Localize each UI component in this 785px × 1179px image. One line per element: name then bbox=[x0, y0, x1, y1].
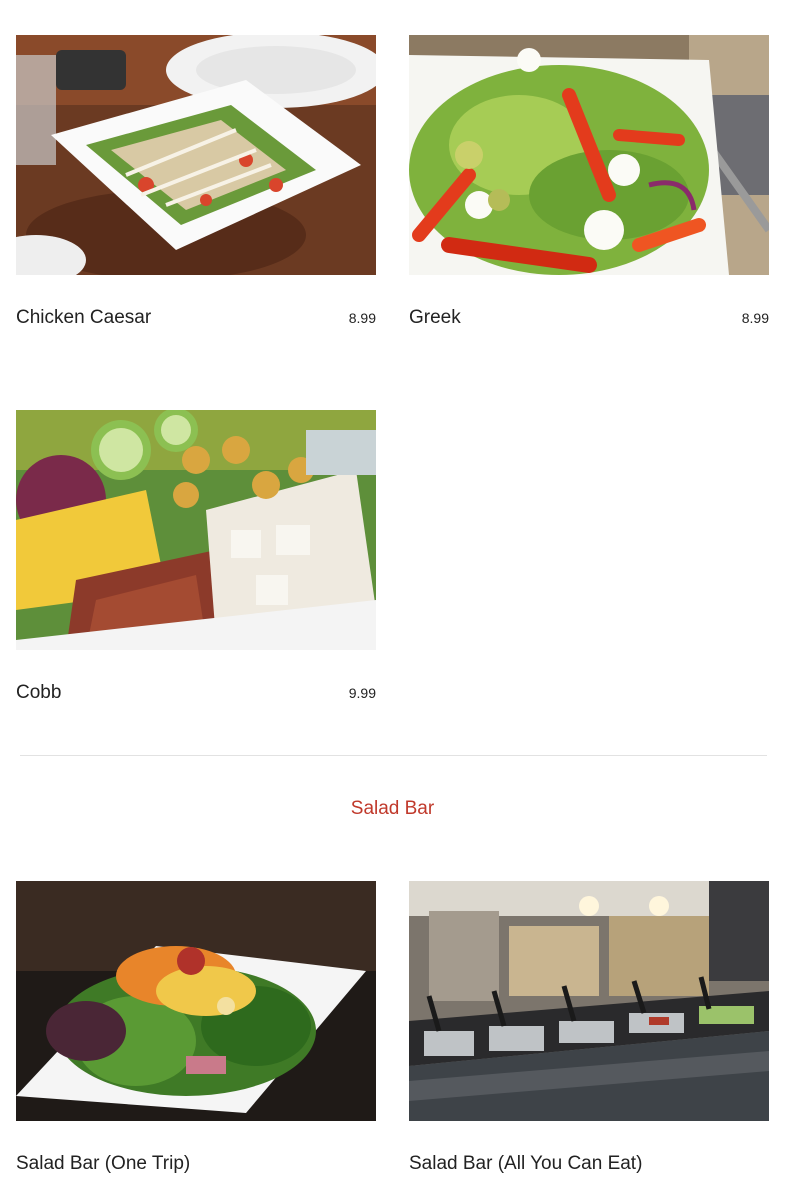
menu-item-greek[interactable]: Greek 8.99 bbox=[409, 35, 769, 328]
menu-item-name: Chicken Caesar bbox=[16, 307, 152, 328]
salad-plate-photo[interactable] bbox=[16, 881, 376, 1121]
menu-item-cobb[interactable]: Cobb 9.99 bbox=[16, 410, 376, 703]
menu-item-row: Chicken Caesar 8.99 bbox=[16, 303, 376, 333]
cobb-salad-photo[interactable] bbox=[16, 410, 376, 650]
section-divider bbox=[20, 755, 767, 756]
menu-item-price: 8.99 bbox=[741, 310, 769, 326]
menu-item-salad-bar-one-trip[interactable]: Salad Bar (One Trip) bbox=[16, 881, 376, 1174]
menu-item-price: 8.99 bbox=[348, 310, 376, 326]
greek-salad-photo[interactable] bbox=[409, 35, 769, 275]
menu-item-name: Greek bbox=[409, 307, 461, 328]
section-title: Salad Bar bbox=[350, 798, 435, 819]
menu-item-row: Greek 8.99 bbox=[409, 303, 769, 333]
salad-bar-counter-photo[interactable] bbox=[409, 881, 769, 1121]
menu-item-salad-bar-all-you-can-eat[interactable]: Salad Bar (All You Can Eat) bbox=[409, 881, 769, 1174]
menu-item-row: Salad Bar (One Trip) bbox=[16, 1149, 376, 1179]
menu-item-row: Cobb 9.99 bbox=[16, 678, 376, 708]
menu-item-name: Cobb bbox=[16, 682, 62, 703]
menu-item-row: Salad Bar (All You Can Eat) bbox=[409, 1149, 769, 1179]
menu-item-price: 9.99 bbox=[348, 685, 376, 701]
menu-item-name: Salad Bar (All You Can Eat) bbox=[409, 1153, 643, 1174]
menu-item-name: Salad Bar (One Trip) bbox=[16, 1153, 191, 1174]
menu-item-chicken-caesar[interactable]: Chicken Caesar 8.99 bbox=[16, 35, 376, 328]
chicken-caesar-photo[interactable] bbox=[16, 35, 376, 275]
